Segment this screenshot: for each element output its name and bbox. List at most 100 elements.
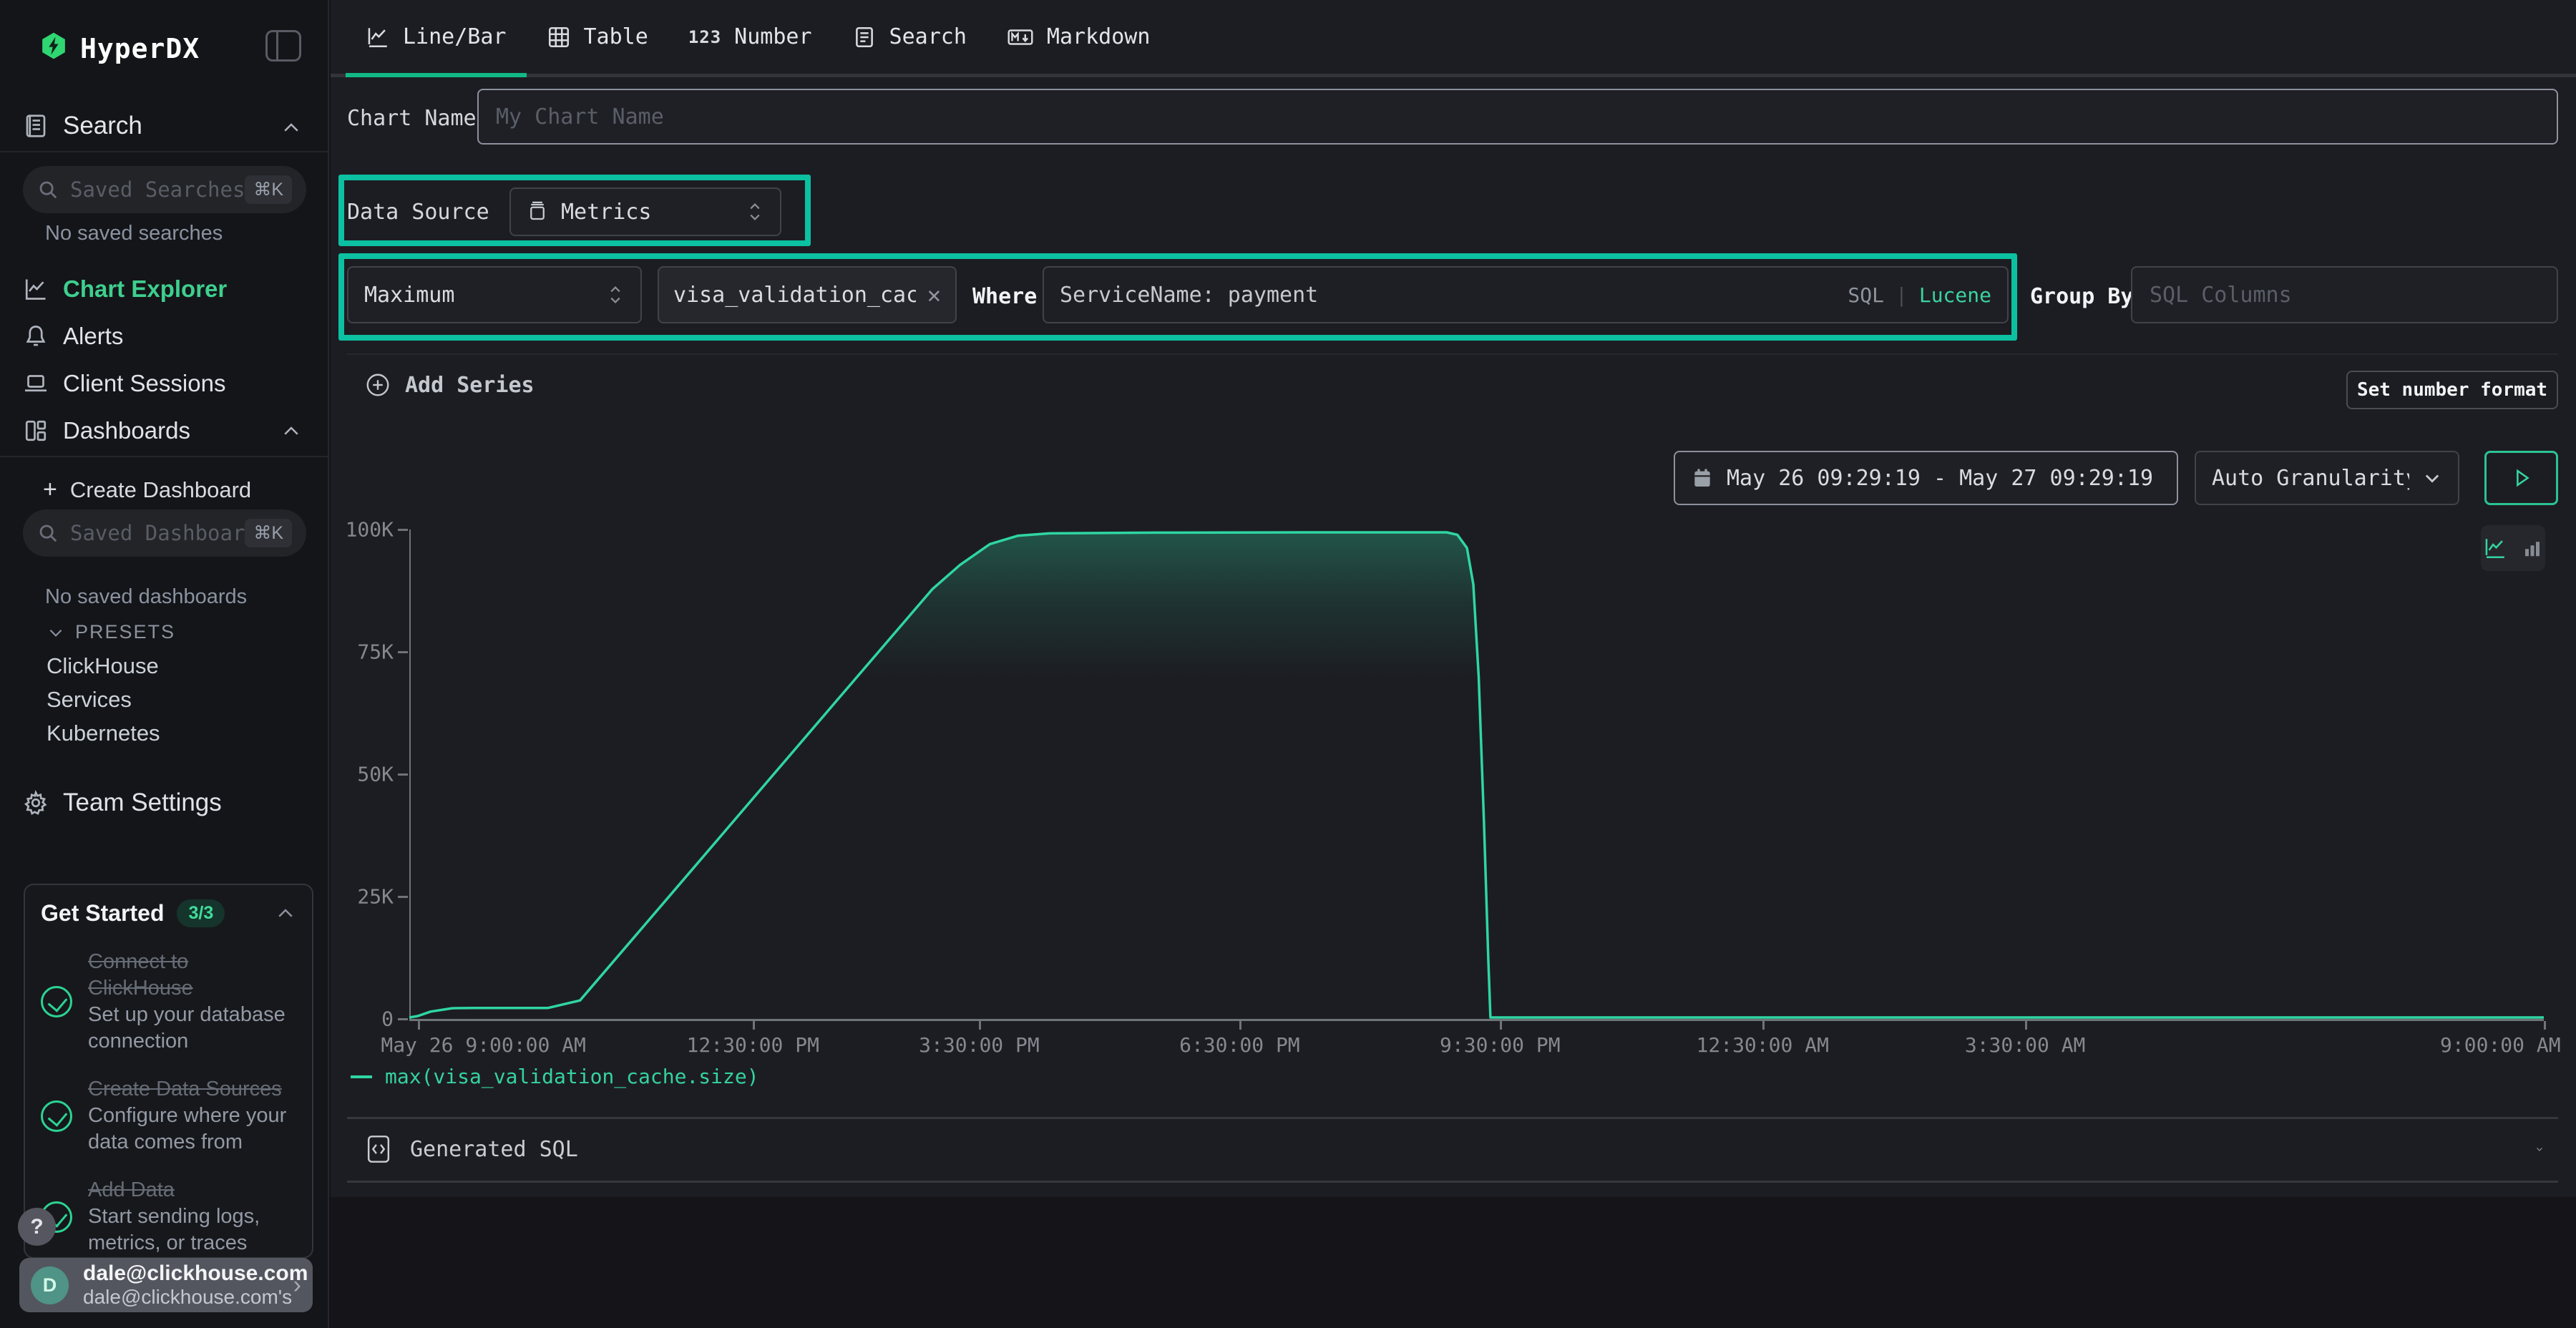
granularity-select[interactable]: Auto Granularity xyxy=(2195,451,2459,505)
aggregation-select[interactable]: Maximum xyxy=(347,266,642,323)
sidebar-item-client-sessions[interactable]: Client Sessions xyxy=(0,361,329,406)
get-started-item[interactable]: Connect to ClickHouse Set up your databa… xyxy=(41,949,296,1055)
add-series-button[interactable]: Add Series xyxy=(365,372,535,398)
y-tick-mark xyxy=(398,896,408,898)
saved-searches-input[interactable]: Saved Searches ⌘K xyxy=(23,166,306,213)
x-tick-mark xyxy=(2544,1021,2546,1030)
preset-clickhouse[interactable]: ClickHouse xyxy=(47,653,159,679)
chevron-updown-icon xyxy=(746,201,764,223)
x-tick-mark xyxy=(753,1021,755,1030)
y-tick-label: 75K xyxy=(357,640,394,664)
x-axis-labels: May 26 9:00:00 AM12:30:00 PM3:30:00 PM6:… xyxy=(409,1019,2544,1065)
x-tick-label: 9:00:00 AM xyxy=(2440,1033,2561,1057)
x-tick-label: 9:30:00 PM xyxy=(1440,1033,1561,1057)
tab-number[interactable]: 123 Number xyxy=(668,0,832,74)
chart-name-label: Chart Name xyxy=(347,106,477,131)
user-menu[interactable]: D dale@clickhouse.com dale@clickhouse.co… xyxy=(19,1258,313,1312)
help-button[interactable]: ? xyxy=(18,1208,56,1246)
line-chart[interactable] xyxy=(409,528,2544,1020)
number-123-icon: 123 xyxy=(688,27,721,47)
search-section-label: Search xyxy=(63,112,142,140)
x-tick-mark xyxy=(418,1021,420,1030)
no-saved-searches-text: No saved searches xyxy=(45,222,223,245)
chart-line-icon xyxy=(23,276,49,302)
page-background xyxy=(331,1197,2576,1328)
x-tick-label: 6:30:00 PM xyxy=(1179,1033,1300,1057)
group-by-label: Group By xyxy=(2030,284,2134,309)
close-icon[interactable]: ✕ xyxy=(927,283,941,306)
divider xyxy=(347,353,2558,355)
where-input[interactable]: ServiceName: payment SQL | Lucene xyxy=(1043,266,2009,323)
legend-label: max(visa_validation_cache.size) xyxy=(385,1065,759,1088)
get-started-item[interactable]: Add Data Start sending logs, metrics, or… xyxy=(41,1177,296,1256)
journal-icon xyxy=(23,113,49,139)
search-icon xyxy=(37,522,59,544)
x-tick-label: 3:30:00 PM xyxy=(919,1033,1040,1057)
plus-circle-icon xyxy=(365,372,391,398)
chart-name-input[interactable] xyxy=(477,89,2558,145)
sidebar-collapse-icon[interactable] xyxy=(265,30,301,62)
group-by-input[interactable] xyxy=(2131,266,2558,323)
y-tick-mark xyxy=(398,1018,408,1020)
preset-services[interactable]: Services xyxy=(47,687,132,713)
y-tick-mark xyxy=(398,773,408,776)
set-number-format-button[interactable]: Set number format xyxy=(2346,371,2558,409)
check-circle-icon xyxy=(41,986,72,1017)
sidebar-divider xyxy=(0,151,328,152)
metric-chip[interactable]: visa_validation_cach ✕ xyxy=(658,266,957,323)
sidebar-item-chart-explorer[interactable]: Chart Explorer xyxy=(0,266,329,312)
x-tick-mark xyxy=(2025,1021,2027,1030)
y-tick-mark xyxy=(398,651,408,653)
get-started-title: Get Started xyxy=(41,900,164,927)
x-tick-label: 3:30:00 AM xyxy=(1965,1033,2086,1057)
run-query-button[interactable] xyxy=(2484,451,2558,505)
saved-dashboards-input[interactable]: Saved Dashboards ⌘K xyxy=(23,509,306,557)
tab-line-bar[interactable]: Line/Bar xyxy=(346,0,527,74)
create-dashboard-button[interactable]: + Create Dashboard xyxy=(43,476,251,504)
sidebar-item-alerts[interactable]: Alerts xyxy=(0,313,329,359)
presets-toggle[interactable]: PRESETS xyxy=(47,621,175,643)
chevron-updown-icon xyxy=(606,284,625,306)
saved-searches-placeholder: Saved Searches xyxy=(70,177,245,202)
date-range-input[interactable]: May 26 09:29:19 - May 27 09:29:19 xyxy=(1674,451,2178,505)
x-tick-label: 12:30:00 PM xyxy=(687,1033,819,1057)
brand-title: HyperDX xyxy=(80,33,200,64)
chevron-up-icon[interactable] xyxy=(275,903,296,924)
markdown-icon xyxy=(1007,25,1034,49)
bell-icon xyxy=(23,323,49,349)
x-tick-mark xyxy=(1762,1021,1765,1030)
y-tick-label: 50K xyxy=(357,763,394,786)
x-tick-label: 12:30:00 AM xyxy=(1697,1033,1829,1057)
tab-search[interactable]: Search xyxy=(832,0,987,74)
get-started-item[interactable]: Create Data Sources Configure where your… xyxy=(41,1076,296,1156)
kbd-shortcut: ⌘K xyxy=(245,519,292,547)
get-started-card: Get Started 3/3 Connect to ClickHouse Se… xyxy=(24,884,313,1259)
lucene-toggle[interactable]: Lucene xyxy=(1919,283,1991,307)
preset-kubernetes[interactable]: Kubernetes xyxy=(47,721,160,746)
calendar-icon xyxy=(1691,467,1714,489)
sql-toggle[interactable]: SQL xyxy=(1848,283,1884,307)
y-tick-label: 100K xyxy=(346,518,394,542)
sidebar-item-dashboards[interactable]: Dashboards xyxy=(0,408,329,454)
sidebar-item-team-settings[interactable]: Team Settings xyxy=(0,780,329,826)
tab-markdown[interactable]: Markdown xyxy=(987,0,1171,74)
data-source-select[interactable]: Metrics xyxy=(509,187,781,236)
generated-sql-toggle[interactable]: Generated SQL xyxy=(347,1118,2558,1180)
plus-icon: + xyxy=(43,476,57,504)
avatar: D xyxy=(31,1266,69,1304)
gear-icon xyxy=(23,790,49,816)
x-tick-mark xyxy=(1500,1021,1502,1030)
hyperdx-logo-icon xyxy=(39,31,68,60)
get-started-badge: 3/3 xyxy=(177,899,225,927)
y-axis-labels: 025K50K75K100K xyxy=(331,529,409,1019)
sidebar-section-search[interactable]: Search xyxy=(0,102,329,152)
x-tick-mark xyxy=(1239,1021,1241,1030)
no-saved-dashboards-text: No saved dashboards xyxy=(45,585,247,609)
chevron-down-icon xyxy=(47,623,65,642)
tab-table[interactable]: Table xyxy=(527,0,668,74)
dashboard-grid-icon xyxy=(23,418,49,444)
chart-type-tabbar: Line/Bar Table 123 Number Search Markdow… xyxy=(331,0,2576,77)
chart-legend[interactable]: max(visa_validation_cache.size) xyxy=(351,1065,759,1088)
journal-icon xyxy=(852,25,877,49)
query-language-toggle: SQL | Lucene xyxy=(1848,283,1991,307)
